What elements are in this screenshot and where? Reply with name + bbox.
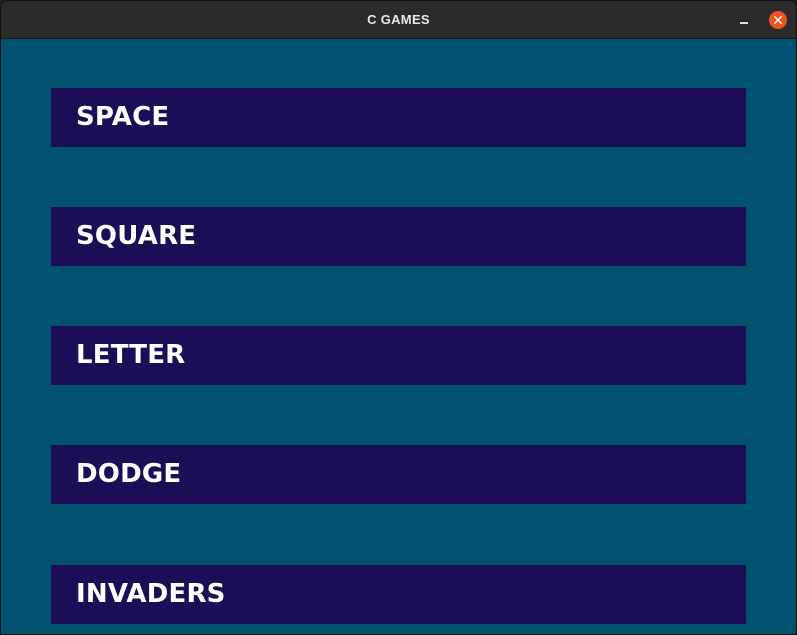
minimize-icon [740,22,748,24]
dodge-button[interactable]: DODGE [51,445,746,504]
invaders-button[interactable]: INVADERS [51,565,746,624]
close-icon [774,16,782,24]
game-window: C GAMES SPACE SQUARE LETTER DODGE INVADE… [0,0,797,635]
minimize-button[interactable] [737,13,751,27]
close-button[interactable] [769,11,787,29]
square-button[interactable]: SQUARE [51,207,746,266]
space-button[interactable]: SPACE [51,88,746,147]
window-title: C GAMES [367,12,430,27]
letter-button[interactable]: LETTER [51,326,746,385]
game-menu: SPACE SQUARE LETTER DODGE INVADERS [1,39,796,634]
title-bar[interactable]: C GAMES [1,1,796,39]
